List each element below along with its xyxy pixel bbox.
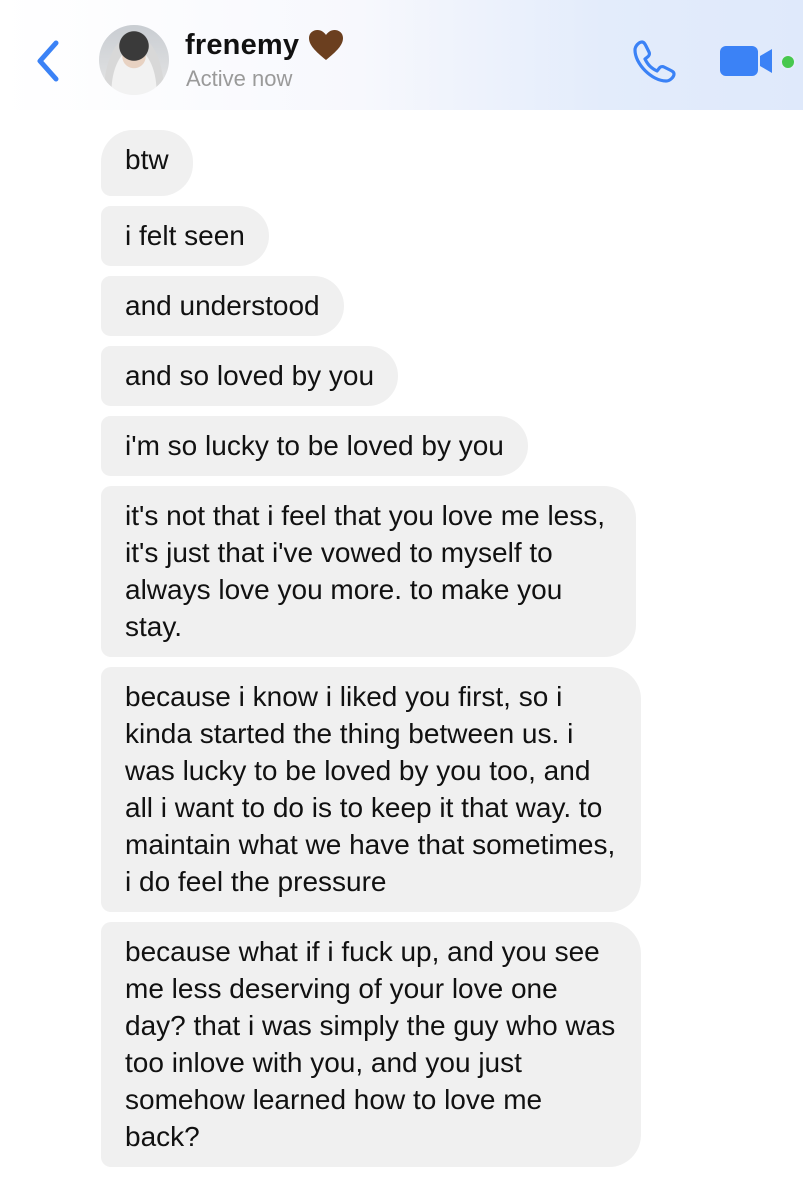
message-bubble[interactable]: because what if i fuck up, and you see m… (101, 922, 641, 1167)
message-bubble[interactable]: and so loved by you (101, 346, 399, 406)
message-bubble[interactable]: i felt seen (101, 206, 269, 266)
voice-call-button[interactable] (630, 38, 678, 86)
presence-status: Active now (186, 66, 293, 91)
phone-icon (633, 40, 676, 83)
message-bubble[interactable]: because i know i liked you first, so i k… (101, 667, 641, 912)
chevron-left-icon (37, 40, 59, 82)
message-bubble[interactable]: btw (101, 130, 193, 196)
avatar[interactable] (99, 25, 169, 95)
message-bubble[interactable]: it's not that i feel that you love me le… (101, 486, 636, 657)
message-thread: btw i felt seen and understood and so lo… (101, 130, 661, 1177)
chat-header: frenemy Active now (0, 0, 803, 110)
video-call-button[interactable] (718, 44, 780, 78)
video-camera-icon (720, 46, 772, 76)
contact-title[interactable]: frenemy (185, 28, 345, 62)
online-indicator (780, 54, 796, 70)
message-bubble[interactable]: i'm so lucky to be loved by you (101, 416, 528, 476)
message-bubble[interactable]: and understood (101, 276, 344, 336)
back-button[interactable] (30, 38, 66, 84)
brown-heart-icon (309, 30, 344, 60)
contact-name: frenemy (185, 28, 300, 61)
